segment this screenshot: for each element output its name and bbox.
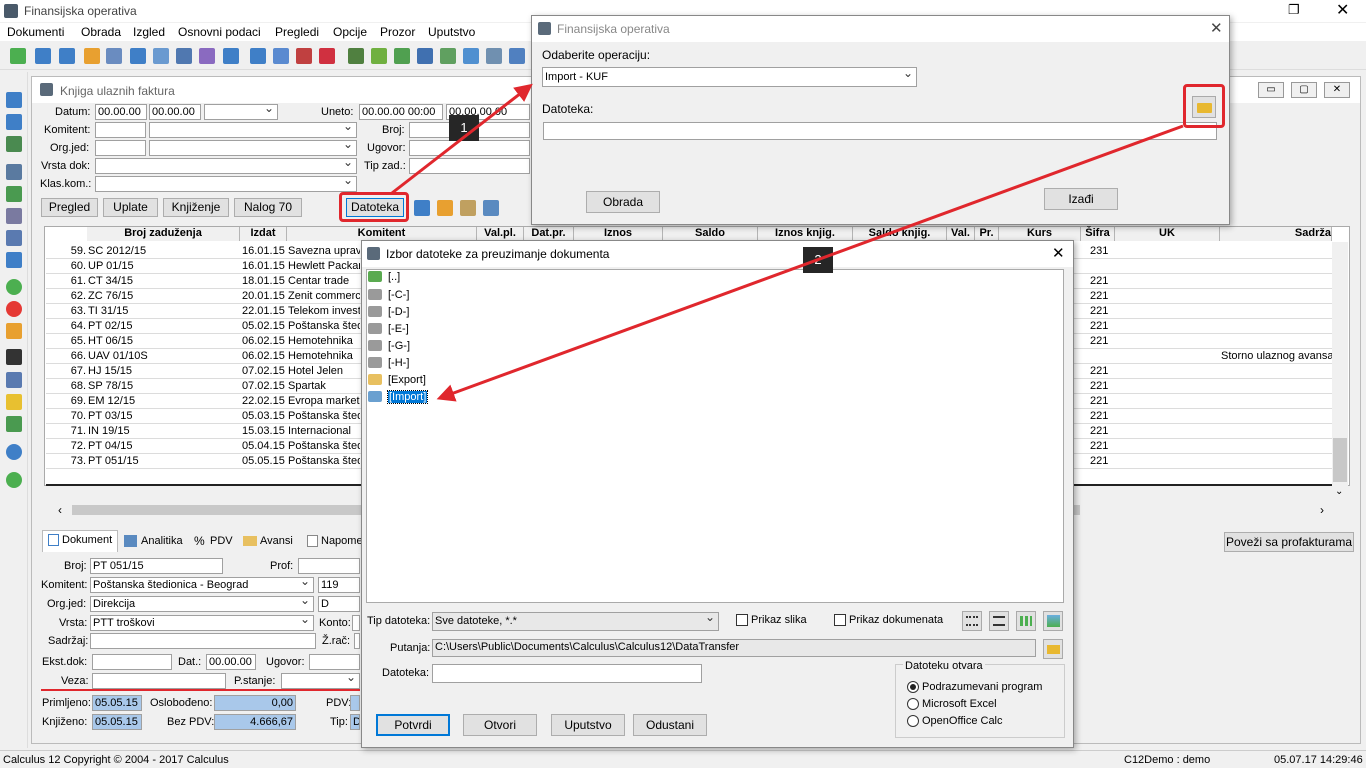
annotation-arrows: [391, 83, 1184, 402]
arrow-to-operation-select: [391, 83, 533, 195]
arrow-to-import-folder: [436, 124, 1184, 402]
